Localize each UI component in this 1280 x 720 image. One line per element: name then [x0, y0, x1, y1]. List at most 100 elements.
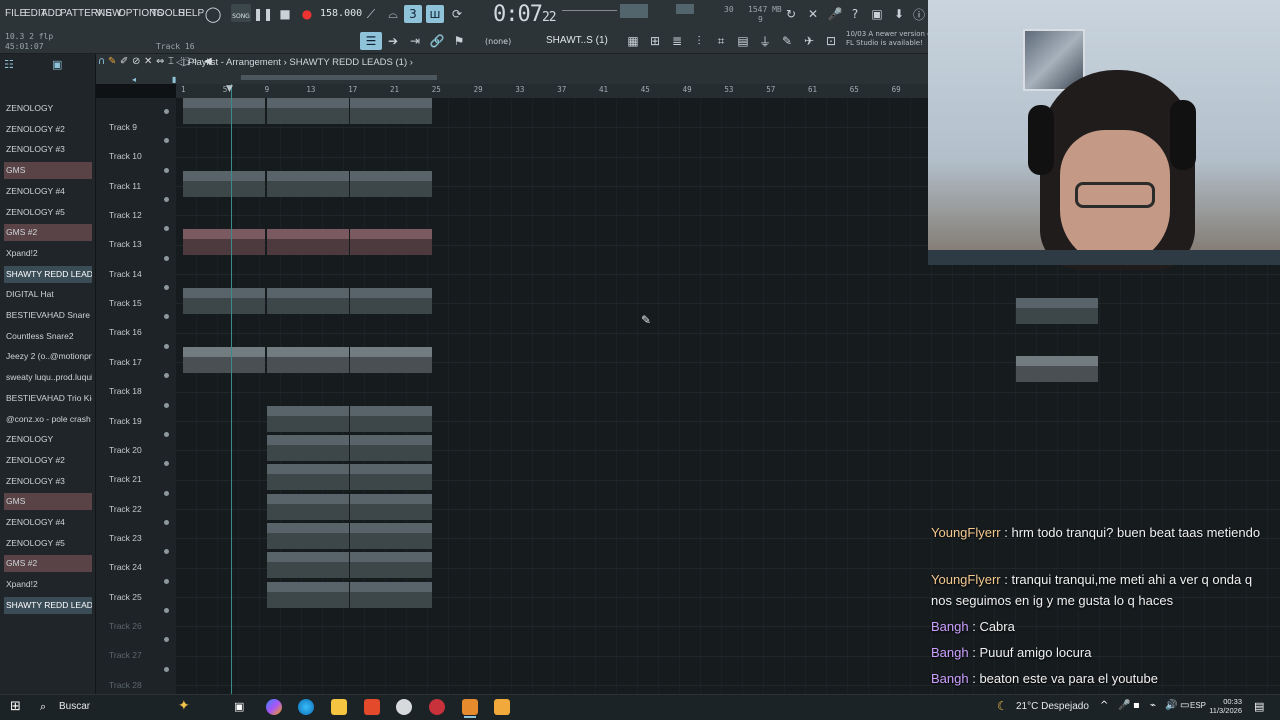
browser-pattern-item[interactable]: ZENOLOGY #5	[4, 204, 92, 221]
menu-item-help[interactable]: HELP	[178, 8, 204, 19]
app-icon-record[interactable]	[429, 699, 445, 715]
wait-input-icon[interactable]: ⌓	[384, 5, 402, 23]
paint-tool-icon[interactable]: ✐	[120, 56, 128, 67]
playlist-clip[interactable]: @conz.xo - pole crash	[350, 581, 432, 608]
playlist-clip[interactable]: sweaty luqu...prod.luqui	[350, 522, 432, 549]
track-label[interactable]: Track 11	[109, 181, 141, 191]
track-mute-dot[interactable]	[164, 519, 169, 525]
playlist-clip[interactable]: sweaty luqu...prod.luqui	[266, 522, 349, 549]
tray-app-icon[interactable]: ▪	[1133, 700, 1140, 711]
track-mute-dot[interactable]	[164, 373, 169, 379]
mixer-icon[interactable]: ✕	[804, 5, 822, 23]
playlist-clip[interactable]: GMS #2	[183, 229, 265, 256]
track-mute-dot[interactable]	[164, 666, 169, 672]
mute-tool-icon[interactable]: ✕	[144, 56, 152, 67]
playlist-clip[interactable]: Xpand!2	[350, 288, 432, 315]
playlist-clip[interactable]: Jeezy 2 (o...@motionpry	[350, 493, 432, 520]
track-mute-dot[interactable]	[164, 285, 169, 291]
task-view-icon[interactable]: ▣	[234, 700, 244, 713]
track-label[interactable]: Track 26	[109, 621, 142, 631]
track-mute-dot[interactable]	[164, 226, 169, 232]
playlist-clip[interactable]: BESTIEVAHAD Snare	[350, 434, 432, 461]
tray-chevron-icon[interactable]: ^	[1100, 700, 1108, 711]
timeline-ruler[interactable]: 1 5 9 13 17 21 25 29 33 37 41 45 49 53 57 61 65 69	[176, 84, 928, 98]
stop-button[interactable]: ■	[276, 5, 294, 23]
track-label[interactable]: Track 28	[109, 680, 142, 690]
download-icon[interactable]: ⬇	[890, 5, 908, 23]
tray-mic-icon[interactable]: 🎤	[1118, 700, 1130, 711]
playhead-marker-icon[interactable]: ▼	[226, 84, 233, 94]
playlist-clip[interactable]: ZENOLOGY #5	[266, 170, 349, 197]
playlist-clip[interactable]: BESTIEVAHAD Trio Kick	[266, 552, 349, 579]
track-label[interactable]: Track 20	[109, 445, 142, 455]
browser-pattern-item[interactable]: GMS	[4, 162, 92, 180]
browser-pattern-item[interactable]: SHAWTY REDD LEADS (1)	[4, 596, 92, 614]
tools-icon[interactable]: ✎	[778, 32, 796, 50]
track-label[interactable]: Track 22	[109, 504, 142, 514]
playlist-clip[interactable]: ZENOLOGY #4	[350, 98, 432, 124]
track-mute-dot[interactable]	[164, 255, 169, 261]
taskbar-search-icon[interactable]: ⌕	[40, 700, 46, 714]
copilot-icon[interactable]	[266, 699, 282, 715]
browser-pattern-item[interactable]: ZENOLOGY #3	[4, 141, 92, 158]
track-mute-dot[interactable]	[164, 607, 169, 613]
track-mute-dot[interactable]	[164, 549, 169, 555]
track-label[interactable]: Track 19	[109, 416, 142, 426]
weather-text[interactable]: 21°C Despejado	[1016, 701, 1089, 712]
track-label[interactable]: Track 12	[109, 210, 142, 220]
track-mute-dot[interactable]	[164, 431, 169, 437]
song-pattern-toggle[interactable]: SONG	[231, 4, 251, 22]
copilot-sparkle-icon[interactable]: ✦	[178, 698, 190, 714]
none-selector[interactable]: (none)	[485, 37, 511, 46]
track-label[interactable]: Track 16	[109, 327, 142, 337]
browser-pattern-item[interactable]: ZENOLOGY #2	[4, 121, 92, 138]
info-icon[interactable]: ⓘ	[910, 5, 928, 23]
snap-mode-icon[interactable]: ▮	[172, 75, 176, 84]
horizontal-scrollbar[interactable]	[241, 75, 437, 80]
app-icon-media[interactable]	[494, 699, 510, 715]
playhead[interactable]	[231, 84, 232, 694]
browser-pattern-item[interactable]: @conz.xo - pole crash	[4, 411, 92, 428]
playlist-clip[interactable]: BESTIEVAHAD Snare	[266, 434, 349, 461]
app-icon-clock[interactable]	[396, 699, 412, 715]
playlist-clip[interactable]: ZENOLOGY #5	[183, 170, 265, 197]
track-mute-dot[interactable]	[164, 314, 169, 320]
network-icon[interactable]: ⌁	[1150, 700, 1156, 711]
playlist-clip[interactable]: Xpand!2	[183, 288, 265, 315]
track-label[interactable]: Track 17	[109, 357, 142, 367]
playlist-clip[interactable]: SHAWTY REDD LEADS (1)	[266, 346, 349, 373]
mic-icon[interactable]: 🎤	[826, 5, 844, 23]
record-mode-icon[interactable]: ◯	[204, 5, 222, 23]
browser-pattern-item[interactable]: GMS	[4, 493, 92, 511]
browser-pattern-item[interactable]: GMS #2	[4, 555, 92, 573]
track-mute-dot[interactable]	[164, 490, 169, 496]
save-icon[interactable]: ▣	[868, 5, 886, 23]
bird-icon[interactable]: ✈	[800, 32, 818, 50]
slip-tool-icon[interactable]: ⇔	[156, 56, 164, 67]
playlist-clip[interactable]: DIGITAL Hat	[350, 405, 432, 432]
track-mute-dot[interactable]	[164, 167, 169, 173]
file-icon[interactable]: ▤	[734, 32, 752, 50]
update-notice[interactable]: 10/03 A newer version of FL Studio is ava…	[846, 30, 934, 48]
browser-pattern-item[interactable]: ZENOLOGY #2	[4, 452, 92, 469]
browser-pattern-item[interactable]: Jeezy 2 (o..@motionpry	[4, 348, 92, 365]
browser-pattern-item[interactable]: Countless Snare2	[4, 328, 92, 345]
record-button[interactable]: ●	[298, 5, 316, 23]
track-label[interactable]: Track 25	[109, 592, 142, 602]
playlist-clip[interactable]: DIGITAL Hat	[266, 405, 349, 432]
playlist-clip[interactable]: @conz.xo - pole crash	[266, 581, 349, 608]
browser-pattern-item[interactable]: sweaty luqu..prod.luqui	[4, 369, 92, 386]
track-label[interactable]: Track 15	[109, 298, 142, 308]
browser-pattern-item[interactable]: ZENOLOGY	[4, 100, 92, 117]
file-explorer-icon[interactable]	[331, 699, 347, 715]
tempo-display[interactable]: 158.000	[320, 8, 362, 19]
floating-clip[interactable]: Xpand!2	[1016, 298, 1098, 324]
countdown-icon[interactable]: 3	[404, 5, 422, 23]
play-button[interactable]: ❚❚	[253, 5, 273, 23]
track-label[interactable]: Track 13	[109, 239, 142, 249]
stamp-icon[interactable]: ⚑	[450, 32, 468, 50]
mixer-view-icon[interactable]: ⫶	[690, 32, 708, 50]
edge-icon[interactable]	[298, 699, 314, 715]
track-mute-dot[interactable]	[164, 197, 169, 203]
track-label[interactable]: Track 18	[109, 386, 142, 396]
